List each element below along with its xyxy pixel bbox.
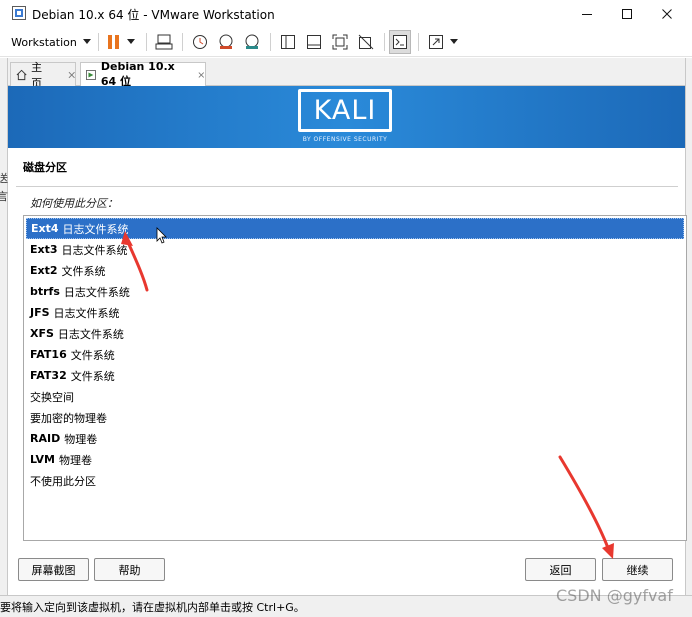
continue-button[interactable]: 继续 xyxy=(602,558,673,581)
chevron-down-icon xyxy=(450,39,458,44)
toolbar: Workstation xyxy=(0,27,692,57)
vmware-app-icon xyxy=(12,6,26,20)
back-button[interactable]: 返回 xyxy=(525,558,596,581)
workstation-menu[interactable]: Workstation xyxy=(10,30,92,54)
list-item[interactable]: Ext3 日志文件系统 xyxy=(26,239,684,260)
sidebar-view-icon xyxy=(281,35,295,49)
minimize-button[interactable] xyxy=(567,0,607,27)
snapshot-button[interactable] xyxy=(188,30,212,54)
window-titlebar: Debian 10.x 64 位 - VMware Workstation xyxy=(0,0,692,27)
sidebar-view-button[interactable] xyxy=(276,30,300,54)
fullscreen-button[interactable] xyxy=(328,30,352,54)
vm-icon xyxy=(86,69,96,80)
toolbar-separator xyxy=(98,33,99,51)
close-icon[interactable] xyxy=(68,71,75,79)
send-ctrl-alt-del-icon xyxy=(155,34,173,50)
kali-logo: KALI xyxy=(298,89,392,132)
fullscreen-icon xyxy=(332,34,348,50)
help-button[interactable]: 帮助 xyxy=(94,558,165,581)
partition-question: 如何使用此分区： xyxy=(30,197,118,210)
close-button[interactable] xyxy=(647,0,687,27)
list-item[interactable]: Ext4 日志文件系统 xyxy=(26,218,684,239)
unity-icon xyxy=(358,34,374,50)
toolbar-separator xyxy=(384,33,385,51)
console-view-icon xyxy=(307,35,321,49)
window-title: Debian 10.x 64 位 - VMware Workstation xyxy=(32,8,275,22)
list-item[interactable]: Ext2 文件系统 xyxy=(26,260,684,281)
chevron-down-icon xyxy=(127,39,135,44)
list-item[interactable]: JFS 日志文件系统 xyxy=(26,302,684,323)
list-item[interactable]: XFS 日志文件系统 xyxy=(26,323,684,344)
tab-debian[interactable]: Debian 10.x 64 位 xyxy=(80,60,206,88)
list-item[interactable]: 要加密的物理卷 xyxy=(26,407,684,428)
snapshot-manager-button[interactable] xyxy=(240,30,264,54)
host-left-panel: 送 言 xyxy=(0,58,8,595)
terminal-icon xyxy=(393,35,407,49)
close-icon xyxy=(662,8,672,19)
console-view-button[interactable] xyxy=(302,30,326,54)
revert-snapshot-icon xyxy=(219,34,233,49)
revert-snapshot-button[interactable] xyxy=(214,30,238,54)
kali-banner: KALI BY OFFENSIVE SECURITY xyxy=(8,86,685,148)
unity-button[interactable] xyxy=(354,30,378,54)
close-icon[interactable] xyxy=(198,71,205,79)
tab-debian-label: Debian 10.x 64 位 xyxy=(100,60,175,88)
snapshot-manager-icon xyxy=(245,34,259,49)
watermark: CSDN @gyfvaf xyxy=(556,586,673,605)
maximize-icon xyxy=(622,8,632,19)
home-icon xyxy=(16,69,27,80)
tab-home[interactable]: 主页 xyxy=(10,61,76,90)
list-item[interactable]: LVM 物理卷 xyxy=(26,449,684,470)
toolbar-separator xyxy=(182,33,183,51)
guest-screen[interactable]: KALI BY OFFENSIVE SECURITY 磁盘分区 如何使用此分区：… xyxy=(8,86,687,595)
screenshot-button[interactable]: 屏幕截图 xyxy=(18,558,89,581)
list-item[interactable]: FAT16 文件系统 xyxy=(26,344,684,365)
pause-icon xyxy=(108,35,119,49)
chevron-down-icon xyxy=(82,39,91,44)
list-item[interactable]: 交换空间 xyxy=(26,386,684,407)
status-text: 要将输入定向到该虚拟机，请在虚拟机内部单击或按 Ctrl+G。 xyxy=(0,601,305,614)
terminal-button[interactable] xyxy=(389,30,411,54)
workstation-menu-label: Workstation xyxy=(11,35,77,49)
stretch-button[interactable] xyxy=(424,30,462,54)
kali-logo-subtitle: BY OFFENSIVE SECURITY xyxy=(302,136,388,143)
divider xyxy=(16,186,678,187)
send-ctrl-alt-del-button[interactable] xyxy=(152,30,176,54)
list-item[interactable]: btrfs 日志文件系统 xyxy=(26,281,684,302)
toolbar-separator xyxy=(146,33,147,51)
stretch-icon xyxy=(429,35,443,49)
snapshot-icon xyxy=(193,35,207,49)
toolbar-separator xyxy=(418,33,419,51)
page-title: 磁盘分区 xyxy=(23,161,67,174)
pause-button[interactable] xyxy=(104,30,138,54)
list-item[interactable]: FAT32 文件系统 xyxy=(26,365,684,386)
list-item[interactable]: 不使用此分区 xyxy=(26,470,684,491)
list-item[interactable]: RAID 物理卷 xyxy=(26,428,684,449)
toolbar-separator xyxy=(270,33,271,51)
minimize-icon xyxy=(582,13,592,15)
maximize-button[interactable] xyxy=(607,0,647,27)
tab-bar: 主页 Debian 10.x 64 位 xyxy=(8,58,685,90)
partition-usage-list[interactable]: Ext4 日志文件系统 Ext3 日志文件系统 Ext2 文件系统 btrfs 日志文件… xyxy=(23,215,687,541)
